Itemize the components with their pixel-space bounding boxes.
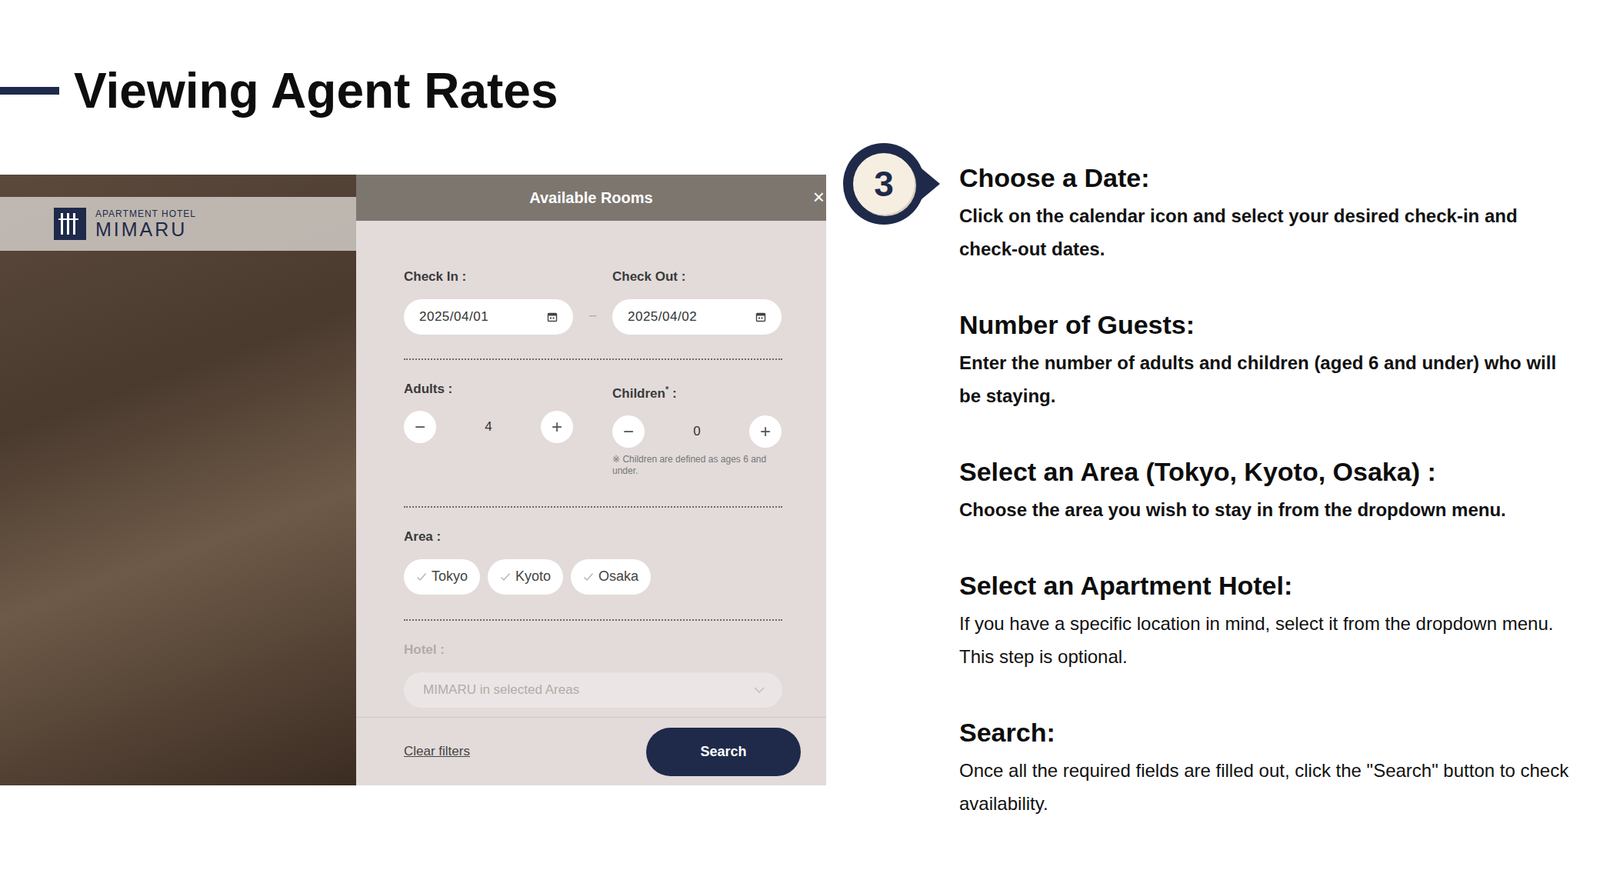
steps-panel: 3 Choose a Date: Click on the calendar ico… (826, 143, 1600, 820)
content-row: APARTMENT HOTELMIMARU Available Rooms × Che… (0, 143, 1600, 820)
area-chip-label: Kyoto (515, 568, 551, 585)
slide-title: Viewing Agent Rates (73, 60, 558, 122)
title-dash (0, 86, 60, 95)
children-minus-button[interactable]: − (612, 415, 645, 448)
logo[interactable]: APARTMENT HOTELMIMARU (53, 207, 197, 240)
children-stepper: −0+ (612, 415, 782, 448)
close-button[interactable]: × (813, 185, 825, 209)
check-in-input[interactable]: 2025/04/01 (403, 299, 574, 335)
hotel-placeholder: MIMARU in selected Areas (423, 682, 580, 698)
adults-label: Adults : (403, 380, 574, 398)
logo-text: APARTMENT HOTELMIMARU (95, 208, 197, 240)
adults-stepper: −4+ (403, 410, 574, 444)
site-header: APARTMENT HOTELMIMARU (0, 196, 357, 251)
step-badge: 3 (843, 143, 942, 225)
check-out-input[interactable]: 2025/04/02 (612, 299, 782, 335)
step-heading: Select an Apartment Hotel: (959, 568, 1577, 603)
modal-footer: Clear filters Search (356, 716, 827, 786)
area-label: Area : (403, 528, 783, 546)
area-chip[interactable]: Osaka (570, 559, 651, 595)
children-note: ※ Children are defined as ages 6 and und… (612, 453, 782, 477)
check-out-value: 2025/04/02 (627, 309, 697, 325)
step-item: Select an Apartment Hotel:If you have a … (959, 568, 1577, 674)
check-icon (500, 572, 511, 582)
background-photo: APARTMENT HOTELMIMARU (0, 174, 357, 786)
hotel-field: Hotel : MIMARU in selected Areas (403, 641, 783, 708)
step-item: Select an Area (Tokyo, Kyoto, Osaka) : Ch… (959, 454, 1577, 527)
step-heading: Select an Area (Tokyo, Kyoto, Osaka) : (959, 454, 1577, 489)
step-body: Enter the number of adults and children … (959, 346, 1577, 413)
step-item: Choose a Date: Click on the calendar icon… (959, 160, 1577, 266)
logo-name: MIMARU (95, 219, 197, 240)
step-item: Number of Guests: Enter the number of adu… (959, 307, 1577, 413)
step-body: Once all the required fields are filled … (959, 753, 1577, 820)
step-body: Choose the area you wish to stay in from… (959, 493, 1577, 527)
hotel-select: MIMARU in selected Areas (403, 672, 783, 708)
check-out-field: Check Out : 2025/04/02 (612, 268, 782, 335)
adults-minus-button[interactable]: − (403, 410, 437, 444)
area-chip-label: Osaka (598, 568, 639, 585)
area-chip-label: Tokyo (431, 568, 468, 585)
step-number: 3 (843, 143, 925, 225)
calendar-icon[interactable] (546, 311, 558, 323)
check-in-field: Check In : 2025/04/01 (403, 268, 574, 335)
step-body: If you have a specific location in mind,… (959, 606, 1577, 674)
search-button[interactable]: Search (646, 727, 801, 777)
screenshot: APARTMENT HOTELMIMARU Available Rooms × Che… (0, 174, 827, 786)
step-heading: Number of Guests: (959, 307, 1577, 342)
area-chip[interactable]: Kyoto (487, 559, 564, 595)
children-plus-button[interactable]: + (749, 415, 782, 448)
date-row: Check In : 2025/04/01 – Check Out : 2025/04/… (403, 268, 783, 335)
area-chip[interactable]: Tokyo (403, 559, 480, 595)
divider (403, 358, 783, 360)
modal-title: Available Rooms (529, 189, 653, 207)
check-in-label: Check In : (403, 268, 574, 286)
step-body: Click on the calendar icon and select yo… (959, 199, 1577, 266)
check-in-value: 2025/04/01 (419, 309, 489, 325)
check-out-label: Check Out : (612, 268, 782, 286)
area-chips: Tokyo Kyoto Osaka (403, 559, 783, 595)
step-heading: Search: (959, 715, 1577, 750)
adults-plus-button[interactable]: + (540, 410, 574, 444)
divider (403, 506, 783, 508)
hotel-label: Hotel : (403, 641, 783, 659)
children-value[interactable]: 0 (644, 423, 750, 440)
slide: Viewing Agent RatesAPARTMENT HOTELMIMARU… (0, 0, 1600, 880)
modal-body: Check In : 2025/04/01 – Check Out : 2025/04/… (356, 220, 827, 717)
check-icon (416, 572, 427, 582)
children-field: Children* : −0+ ※ Children are defined as … (612, 380, 782, 477)
check-icon (583, 572, 594, 582)
area-field: Area : Tokyo Kyoto Osaka (403, 528, 783, 595)
modal-header: Available Rooms × (356, 174, 827, 221)
step-list: Choose a Date: Click on the calendar icon… (959, 143, 1600, 820)
step-heading: Choose a Date: (959, 160, 1577, 195)
date-separator: – (573, 307, 613, 324)
step-item: Search:Once all the required fields are … (959, 715, 1577, 820)
clear-filters-link[interactable]: Clear filters (403, 743, 470, 760)
adults-value[interactable]: 4 (436, 419, 541, 435)
guests-row: Adults :−4+Children* :−0+※ Children are … (403, 380, 783, 477)
calendar-icon[interactable] (755, 311, 767, 323)
adults-field: Adults : −4+ (403, 380, 574, 444)
chevron-down-icon (753, 686, 766, 694)
title-row: Viewing Agent Rates (0, 0, 1600, 122)
children-label: Children* : (612, 380, 782, 403)
logo-icon (53, 207, 87, 240)
logo-subtitle: APARTMENT HOTEL (95, 208, 197, 220)
available-rooms-modal: Available Rooms×Check In :2025/04/01–Che… (356, 174, 827, 786)
divider (403, 619, 783, 621)
